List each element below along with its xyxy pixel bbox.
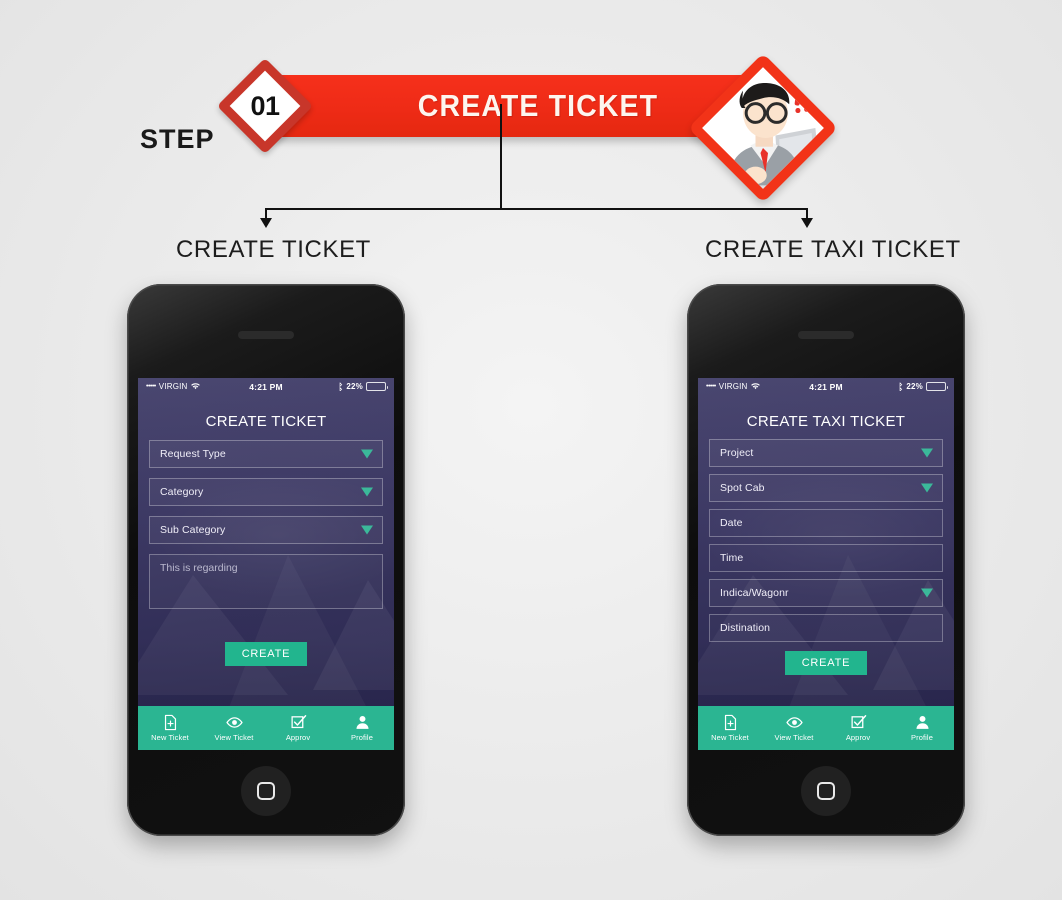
phone-speaker <box>238 331 294 339</box>
branch-label-right: CREATE TAXI TICKET <box>705 236 961 263</box>
chevron-down-icon <box>361 487 373 497</box>
home-button[interactable] <box>241 766 291 816</box>
connector-horizontal <box>265 208 808 210</box>
eye-icon <box>225 717 243 728</box>
create-taxi-ticket-form: Project Spot Cab Date Time Indica/Wagonr… <box>698 439 954 642</box>
create-ticket-form: Request Type Category Sub Category This … <box>138 440 394 609</box>
field-vehicle-type[interactable]: Indica/Wagonr <box>709 579 943 607</box>
textarea-placeholder: This is regarding <box>160 562 238 574</box>
tab-approv[interactable]: Approv <box>266 706 330 750</box>
field-label: Sub Category <box>160 524 226 536</box>
battery-percent-label: 22% <box>346 382 363 391</box>
tab-label: View Ticket <box>214 733 254 742</box>
field-label: Project <box>720 447 754 459</box>
field-label: Category <box>160 486 204 498</box>
battery-icon <box>926 382 948 391</box>
field-spot-cab[interactable]: Spot Cab <box>709 474 943 502</box>
step-word: STEP <box>140 124 215 154</box>
field-sub-category[interactable]: Sub Category <box>149 516 383 544</box>
create-button-wrap: CREATE <box>138 642 394 666</box>
create-taxi-ticket-phone: ••••• VIRGIN 4:21 PM 22% CREATE TAXI TIC… <box>687 284 965 836</box>
field-label: Date <box>720 517 743 529</box>
arrow-right-icon <box>801 218 813 228</box>
checkbox-check-icon <box>290 715 306 729</box>
screen-title-left: CREATE TICKET <box>205 413 327 430</box>
tab-new-ticket[interactable]: New Ticket <box>138 706 202 750</box>
exclamation-marks-icon <box>794 88 819 114</box>
field-category[interactable]: Category <box>149 478 383 506</box>
connector-vertical-main <box>500 104 502 210</box>
home-square-icon <box>257 782 275 800</box>
create-button[interactable]: CREATE <box>224 642 308 666</box>
signal-dots-icon: ••••• <box>146 383 156 390</box>
carrier-label: VIRGIN <box>158 382 188 391</box>
tab-profile[interactable]: Profile <box>890 706 954 750</box>
new-ticket-icon <box>724 714 736 731</box>
branch-label-left: CREATE TICKET <box>176 236 371 263</box>
tab-profile[interactable]: Profile <box>330 706 394 750</box>
new-ticket-icon <box>164 714 176 731</box>
description-textarea[interactable]: This is regarding <box>149 554 383 609</box>
create-button[interactable]: CREATE <box>784 651 868 675</box>
tab-view-ticket[interactable]: View Ticket <box>762 706 826 750</box>
banner-title: CREATE TICKET <box>417 88 659 123</box>
tab-label: New Ticket <box>151 733 189 742</box>
battery-icon <box>366 382 388 391</box>
tab-label: Approv <box>285 733 311 742</box>
chevron-down-icon <box>361 449 373 459</box>
field-label: Spot Cab <box>720 482 765 494</box>
status-time: 4:21 PM <box>809 381 843 392</box>
carrier-label: VIRGIN <box>718 382 748 391</box>
field-request-type[interactable]: Request Type <box>149 440 383 468</box>
phone-screen-left: ••••• VIRGIN 4:21 PM 22% CREATE TICKET R… <box>138 378 394 750</box>
chevron-down-icon <box>921 588 933 598</box>
tab-new-ticket[interactable]: New Ticket <box>698 706 762 750</box>
tab-view-ticket[interactable]: View Ticket <box>202 706 266 750</box>
field-project[interactable]: Project <box>709 439 943 467</box>
person-icon <box>355 715 369 729</box>
person-icon <box>915 715 929 729</box>
create-button-wrap: CREATE <box>698 651 954 675</box>
tab-label: Approv <box>845 733 871 742</box>
field-time[interactable]: Time <box>709 544 943 572</box>
field-label: Request Type <box>160 448 226 460</box>
status-bar: ••••• VIRGIN 4:21 PM 22% <box>138 378 394 395</box>
tab-label: Profile <box>351 733 373 742</box>
arrow-left-icon <box>260 218 272 228</box>
step-header: STEP CREATE TICKET 01 <box>0 34 1062 203</box>
tab-bar-left: New Ticket View Ticket Approv Profile <box>138 706 394 750</box>
tab-label: View Ticket <box>774 733 814 742</box>
chevron-down-icon <box>921 483 933 493</box>
field-destination[interactable]: Distination <box>709 614 943 642</box>
phone-screen-right: ••••• VIRGIN 4:21 PM 22% CREATE TAXI TIC… <box>698 378 954 750</box>
wifi-icon <box>190 383 200 390</box>
status-time: 4:21 PM <box>249 381 283 392</box>
phone-speaker <box>798 331 854 339</box>
home-square-icon <box>817 782 835 800</box>
signal-dots-icon: ••••• <box>706 383 716 390</box>
create-ticket-phone: ••••• VIRGIN 4:21 PM 22% CREATE TICKET R… <box>127 284 405 836</box>
tab-label: Profile <box>911 733 933 742</box>
field-label: Distination <box>720 622 771 634</box>
wifi-icon <box>750 383 760 390</box>
chevron-down-icon <box>921 448 933 458</box>
field-date[interactable]: Date <box>709 509 943 537</box>
screen-title-right: CREATE TAXI TICKET <box>746 413 906 430</box>
tab-bar-right: New Ticket View Ticket Approv Profile <box>698 706 954 750</box>
field-label: Time <box>720 552 744 564</box>
field-label: Indica/Wagonr <box>720 587 789 599</box>
bluetooth-icon <box>900 382 903 391</box>
chevron-down-icon <box>361 525 373 535</box>
checkbox-check-icon <box>850 715 866 729</box>
step-number-label: 01 <box>250 90 280 121</box>
bluetooth-icon <box>340 382 343 391</box>
home-button[interactable] <box>801 766 851 816</box>
status-bar: ••••• VIRGIN 4:21 PM 22% <box>698 378 954 395</box>
tab-approv[interactable]: Approv <box>826 706 890 750</box>
tab-label: New Ticket <box>711 733 749 742</box>
eye-icon <box>785 717 803 728</box>
battery-percent-label: 22% <box>906 382 923 391</box>
